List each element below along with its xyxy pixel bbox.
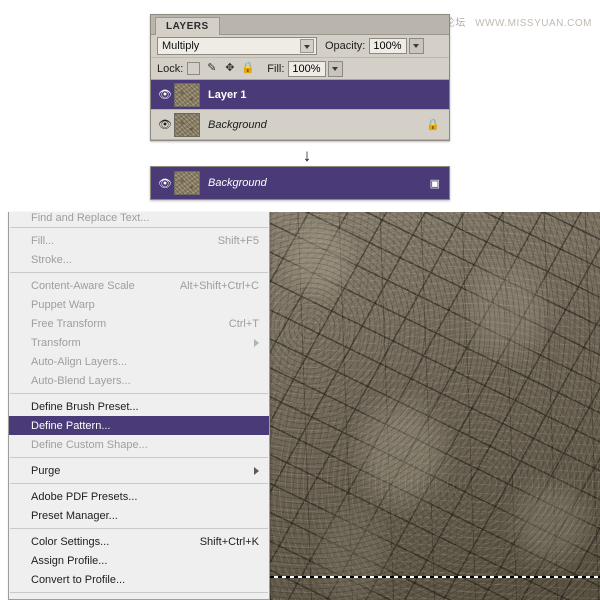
fill-label: Fill:	[267, 63, 284, 75]
menu-divider	[10, 393, 268, 394]
layer-thumbnail[interactable]	[174, 113, 200, 137]
layers-panel-result[interactable]: 👁 Background ▣	[150, 166, 450, 200]
lock-label: Lock:	[157, 63, 183, 75]
menu-item-label: Fill...	[31, 235, 54, 247]
menu-item-convert-to-profile[interactable]: Convert to Profile...	[9, 570, 269, 589]
menu-item-label: Content-Aware Scale	[31, 280, 135, 292]
opacity-input[interactable]: 100%	[369, 38, 407, 54]
menu-item-preset-manager[interactable]: Preset Manager...	[9, 506, 269, 525]
menu-item-label: Auto-Blend Layers...	[31, 375, 131, 387]
menu-item-puppet-warp: Puppet Warp	[9, 295, 269, 314]
menu-item-auto-align-layers: Auto-Align Layers...	[9, 352, 269, 371]
menu-item-label: Assign Profile...	[31, 555, 107, 567]
layer-thumbnail[interactable]	[174, 83, 200, 107]
menu-divider	[10, 592, 268, 593]
menu-divider	[10, 528, 268, 529]
opacity-label: Opacity:	[325, 40, 365, 52]
menu-item-color-settings[interactable]: Color Settings... Shift+Ctrl+K	[9, 532, 269, 551]
menu-item-content-aware-scale: Content-Aware Scale Alt+Shift+Ctrl+C	[9, 276, 269, 295]
chevron-down-icon[interactable]	[300, 39, 314, 53]
flow-arrow-icon: ↓	[299, 146, 315, 166]
menu-divider	[10, 272, 268, 273]
menu-item-free-transform: Free Transform Ctrl+T	[9, 314, 269, 333]
watermark-url: WWW.MISSYUAN.COM	[475, 18, 592, 29]
layer-name: Background	[208, 177, 267, 189]
fill-stepper[interactable]	[328, 61, 343, 77]
menu-item-label: Auto-Align Layers...	[31, 356, 127, 368]
menu-item-stroke: Stroke...	[9, 250, 269, 269]
opacity-stepper[interactable]	[409, 38, 424, 54]
layer-name: Background	[208, 119, 267, 131]
menu-item-adobe-pdf-presets[interactable]: Adobe PDF Presets...	[9, 487, 269, 506]
edit-menu[interactable]: Find and Replace Text... Fill... Shift+F5 S…	[8, 212, 270, 600]
layer-name: Layer 1	[208, 89, 247, 101]
layers-panel[interactable]: LAYERS Multiply Opacity: 100% Lock: ✎ ✥ …	[150, 14, 450, 141]
layer-row-background-merged[interactable]: 👁 Background ▣	[151, 167, 449, 199]
blend-opacity-row: Multiply Opacity: 100%	[151, 35, 449, 57]
blend-mode-select[interactable]: Multiply	[157, 37, 317, 55]
menu-item-label: Adobe PDF Presets...	[31, 491, 137, 503]
menu-item-assign-profile[interactable]: Assign Profile...	[9, 551, 269, 570]
layers-panel-tabbar: LAYERS	[151, 15, 449, 35]
menu-item-label: Preset Manager...	[31, 510, 118, 522]
menu-item-label: Puppet Warp	[31, 299, 95, 311]
menu-item-shortcut: Shift+Ctrl+K	[176, 536, 259, 548]
menu-item-define-pattern[interactable]: Define Pattern...	[9, 416, 269, 435]
eye-icon[interactable]: 👁	[156, 177, 174, 190]
menu-item-label: Color Settings...	[31, 536, 109, 548]
chevron-right-icon	[254, 467, 259, 475]
eye-icon[interactable]: 👁	[156, 88, 174, 101]
tab-layers[interactable]: LAYERS	[155, 17, 220, 35]
blend-mode-value: Multiply	[162, 40, 199, 52]
menu-item-label: Transform	[31, 337, 81, 349]
lock-fill-row: Lock: ✎ ✥ 🔒 Fill: 100%	[151, 57, 449, 79]
menu-item-auto-blend-layers: Auto-Blend Layers...	[9, 371, 269, 390]
transparency-lock-icon[interactable]	[187, 62, 200, 75]
selection-marquee	[270, 576, 600, 578]
menu-item-label: Free Transform	[31, 318, 106, 330]
menu-divider	[10, 457, 268, 458]
menu-item-label: Define Brush Preset...	[31, 401, 139, 413]
layer-row-background[interactable]: 👁 Background 🔒	[151, 110, 449, 140]
menu-item-find-and-replace-text: Find and Replace Text...	[9, 212, 269, 224]
menu-divider	[10, 483, 268, 484]
texture-grain-overlay	[270, 212, 600, 600]
layer-thumbnail[interactable]	[174, 171, 200, 195]
menu-item-transform: Transform	[9, 333, 269, 352]
menu-item-define-custom-shape: Define Custom Shape...	[9, 435, 269, 454]
menu-item-shortcut: Shift+F5	[194, 235, 259, 247]
brush-lock-icon[interactable]: ✎	[205, 62, 218, 75]
all-lock-icon[interactable]: 🔒	[241, 62, 254, 75]
menu-item-shortcut: Ctrl+T	[205, 318, 259, 330]
menu-divider	[10, 227, 268, 228]
menu-item-label: Purge	[31, 465, 60, 477]
menu-item-label: Convert to Profile...	[31, 574, 125, 586]
lock-icon: 🔒	[426, 118, 444, 131]
menu-item-purge[interactable]: Purge	[9, 461, 269, 480]
chevron-right-icon	[254, 339, 259, 347]
layer-row-layer1[interactable]: 👁 Layer 1	[151, 80, 449, 110]
menu-item-label: Find and Replace Text...	[31, 212, 149, 224]
menu-item-fill: Fill... Shift+F5	[9, 231, 269, 250]
layer-badge-icon: ▣	[430, 177, 444, 190]
menu-item-label: Define Pattern...	[31, 420, 111, 432]
menu-item-label: Stroke...	[31, 254, 72, 266]
menu-item-shortcut: Alt+Shift+Ctrl+C	[156, 280, 259, 292]
move-lock-icon[interactable]: ✥	[223, 62, 236, 75]
menu-item-label: Define Custom Shape...	[31, 439, 148, 451]
menu-item-keyboard-shortcuts[interactable]: Keyboard Shortcuts...Alt+Shift+Ctrl+K	[9, 596, 269, 600]
fill-input[interactable]: 100%	[288, 61, 326, 77]
eye-icon[interactable]: 👁	[156, 118, 174, 131]
menu-item-define-brush-preset[interactable]: Define Brush Preset...	[9, 397, 269, 416]
document-canvas[interactable]	[270, 212, 600, 600]
